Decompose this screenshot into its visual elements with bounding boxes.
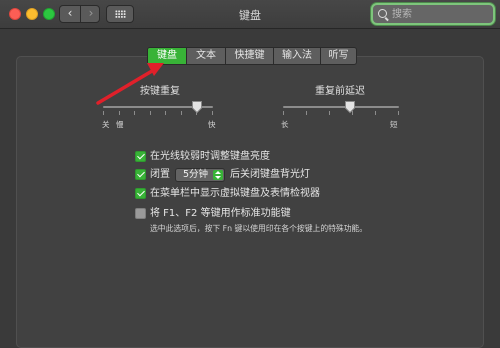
key-repeat-tick: [165, 111, 166, 115]
key-repeat-knob[interactable]: [191, 100, 203, 114]
key-repeat-tick: [103, 111, 104, 115]
delay-tick: [329, 111, 330, 115]
key-repeat-label: 按键重复: [140, 86, 180, 97]
show-viewers-label: 在菜单栏中显示虚拟键盘及表情检视器: [150, 188, 320, 199]
key-repeat-tick: [212, 111, 213, 115]
key-repeat-tick: [181, 111, 182, 115]
popup-arrows-icon: [213, 170, 223, 180]
fn-keys-note: 选中此选项后，按下 Fn 键以使用印在各个按键上的特殊功能。: [150, 224, 368, 233]
tab-text[interactable]: 文本: [186, 48, 225, 64]
search-input[interactable]: [392, 7, 488, 21]
delay-until-repeat-label: 重复前延迟: [315, 86, 365, 97]
delay-track: [283, 106, 399, 108]
show-viewers-checkbox[interactable]: [135, 188, 146, 199]
delay-min-label: 长: [281, 120, 289, 129]
backlight-off-checkbox[interactable]: [135, 169, 146, 180]
delay-tick: [283, 111, 284, 115]
tab-input-sources[interactable]: 输入法: [273, 48, 320, 64]
adjust-brightness-checkbox[interactable]: [135, 151, 146, 162]
key-repeat-max-label: 快: [208, 120, 216, 129]
key-repeat-tick: [134, 111, 135, 115]
tab-dictation[interactable]: 听写: [320, 48, 356, 64]
key-repeat-tick: [150, 111, 151, 115]
key-repeat-slow-label: 慢: [116, 120, 124, 129]
delay-tick: [398, 111, 399, 115]
delay-knob[interactable]: [344, 100, 356, 114]
backlight-timeout-value: 5分钟: [183, 169, 209, 180]
key-repeat-min-label: 关: [102, 120, 110, 129]
fn-keys-checkbox[interactable]: [135, 208, 146, 219]
search-field[interactable]: [371, 3, 495, 25]
search-icon: [378, 9, 387, 18]
backlight-off-prefix: 闭置: [150, 169, 170, 180]
delay-tick: [375, 111, 376, 115]
fn-keys-label: 将 F1、F2 等键用作标准功能键: [150, 208, 291, 219]
title-bar: ‹ › 键盘: [0, 0, 500, 29]
keyboard-preferences-window: ‹ › 键盘 键盘 文本 快捷键 输入法 听写 按键重复 关 慢 快 重复前延迟: [0, 0, 500, 348]
key-repeat-tick: [119, 111, 120, 115]
tab-shortcuts[interactable]: 快捷键: [225, 48, 273, 64]
tab-keyboard[interactable]: 键盘: [148, 48, 186, 64]
backlight-timeout-popup[interactable]: 5分钟: [175, 168, 225, 182]
delay-max-label: 短: [390, 120, 398, 129]
delay-tick: [306, 111, 307, 115]
adjust-brightness-label: 在光线较弱时调整键盘亮度: [150, 151, 270, 162]
tab-bar: 键盘 文本 快捷键 输入法 听写: [147, 47, 357, 65]
content-panel: [16, 56, 484, 348]
backlight-off-suffix: 后关闭键盘背光灯: [230, 169, 310, 180]
